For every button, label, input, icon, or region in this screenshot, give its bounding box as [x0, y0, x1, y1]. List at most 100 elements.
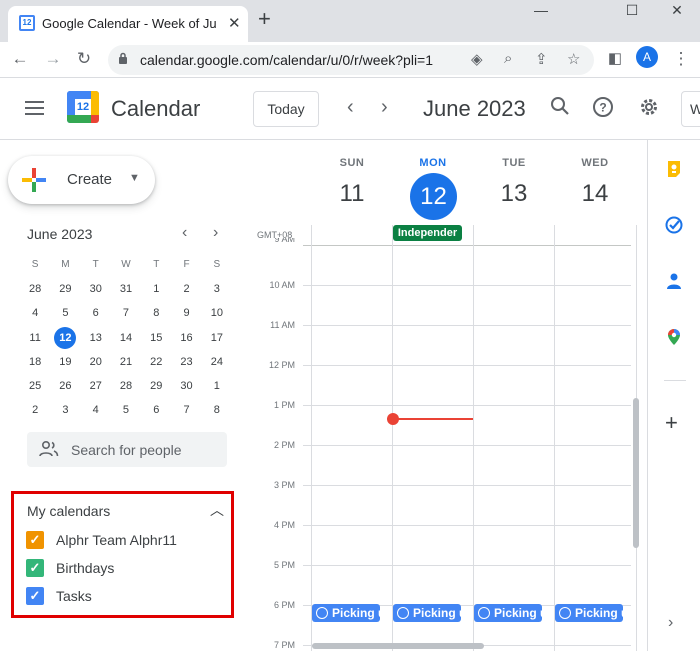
mini-day[interactable]: 17 — [202, 326, 232, 350]
profile-avatar[interactable]: A — [636, 46, 658, 68]
mini-day[interactable]: 30 — [81, 277, 111, 301]
mini-day[interactable]: 27 — [81, 374, 111, 398]
today-button[interactable]: Today — [253, 91, 319, 127]
mini-day[interactable]: 24 — [202, 350, 232, 374]
mini-day[interactable]: 6 — [81, 301, 111, 325]
mini-day[interactable]: 5 — [111, 398, 141, 422]
task-event-chip[interactable]: Picking u — [555, 604, 623, 622]
event-title: Picking u — [575, 606, 623, 620]
mini-day[interactable]: 31 — [111, 277, 141, 301]
task-event-chip[interactable]: Picking u — [393, 604, 461, 622]
gear-icon[interactable] — [638, 96, 660, 124]
mini-day[interactable]: 28 — [111, 374, 141, 398]
my-calendars-section: My calendars ︿ ✓ Alphr Team Alphr11 ✓ Birth… — [11, 491, 234, 618]
calendar-item[interactable]: ✓ Tasks — [26, 586, 226, 606]
add-addon-plus-icon[interactable]: + — [665, 412, 678, 434]
mini-day[interactable]: 16 — [171, 326, 201, 350]
day-number[interactable]: 14 — [555, 180, 635, 208]
calendar-item[interactable]: ✓ Birthdays — [26, 558, 226, 578]
keep-icon[interactable] — [665, 160, 683, 178]
horizontal-scrollbar[interactable] — [312, 643, 484, 649]
view-switcher-button[interactable]: W — [681, 91, 700, 127]
search-people-input[interactable]: Search for people — [27, 432, 227, 467]
day-number[interactable]: 11 — [312, 180, 392, 208]
sidepanel-icon[interactable]: ◧ — [604, 49, 626, 67]
mini-day[interactable]: 26 — [50, 374, 80, 398]
create-button[interactable]: Create ▼ — [8, 156, 155, 204]
mini-day[interactable]: 4 — [81, 398, 111, 422]
star-icon[interactable]: ☆ — [567, 50, 580, 68]
mini-day[interactable]: 21 — [111, 350, 141, 374]
reload-icon[interactable]: ↻ — [73, 49, 95, 69]
mini-day[interactable]: 4 — [20, 301, 50, 325]
mini-day[interactable]: 30 — [171, 374, 201, 398]
new-tab-plus-icon[interactable]: + — [258, 8, 271, 30]
window-close-icon[interactable]: ✕ — [662, 2, 692, 19]
mini-day[interactable]: 7 — [171, 398, 201, 422]
mini-day[interactable]: 2 — [171, 277, 201, 301]
search-icon[interactable]: ⌕ — [504, 50, 512, 67]
mini-day[interactable]: 19 — [50, 350, 80, 374]
calendar-item[interactable]: ✓ Alphr Team Alphr11 — [26, 530, 226, 550]
chevron-right-icon[interactable]: › — [381, 96, 388, 119]
mini-day[interactable]: 6 — [141, 398, 171, 422]
mini-day[interactable]: 14 — [111, 326, 141, 350]
share-icon[interactable]: ⇪ — [535, 50, 548, 68]
maps-pin-icon[interactable] — [665, 328, 683, 346]
mini-day[interactable]: 11 — [20, 326, 50, 350]
address-bar[interactable]: calendar.google.com/calendar/u/0/r/week?… — [108, 45, 594, 75]
mini-day[interactable]: 8 — [202, 398, 232, 422]
all-day-event[interactable]: Independer — [393, 225, 462, 241]
browser-tab[interactable]: 12 Google Calendar - Week of June ✕ — [8, 6, 248, 42]
mini-day[interactable]: 13 — [81, 326, 111, 350]
mini-day[interactable]: 22 — [141, 350, 171, 374]
day-number[interactable]: 12 — [410, 173, 457, 220]
arrow-left-icon[interactable]: ← — [9, 49, 31, 69]
help-icon[interactable]: ? — [592, 96, 614, 124]
chevron-up-icon[interactable]: ︿ — [210, 500, 224, 520]
search-icon[interactable] — [550, 96, 570, 122]
mini-day[interactable]: 23 — [171, 350, 201, 374]
mini-day[interactable]: 15 — [141, 326, 171, 350]
mini-day[interactable]: 7 — [111, 301, 141, 325]
chevron-right-icon[interactable]: › — [213, 224, 218, 242]
calendar-logo-icon[interactable]: 12 — [67, 91, 99, 123]
mini-day[interactable]: 28 — [20, 277, 50, 301]
task-event-chip[interactable]: Picking u — [312, 604, 380, 622]
close-icon[interactable]: ✕ — [228, 14, 241, 32]
my-calendars-title[interactable]: My calendars — [27, 503, 110, 519]
mini-day[interactable]: 2 — [20, 398, 50, 422]
mini-day[interactable]: 1 — [202, 374, 232, 398]
diamond-icon[interactable]: ◈ — [471, 50, 483, 68]
mini-day[interactable]: 9 — [171, 301, 201, 325]
checkbox-checked-icon[interactable]: ✓ — [26, 559, 44, 577]
mini-day[interactable]: 3 — [202, 277, 232, 301]
event-title: Picking u — [413, 606, 461, 620]
mini-day[interactable]: 3 — [50, 398, 80, 422]
mini-day[interactable]: 18 — [20, 350, 50, 374]
mini-day[interactable]: 29 — [141, 374, 171, 398]
task-event-chip[interactable]: Picking u — [474, 604, 542, 622]
chevron-left-icon[interactable]: ‹ — [347, 96, 354, 119]
checkbox-checked-icon[interactable]: ✓ — [26, 531, 44, 549]
mini-day[interactable]: 5 — [50, 301, 80, 325]
hamburger-menu-icon[interactable] — [25, 101, 44, 115]
kebab-menu-icon[interactable]: ⋮ — [670, 49, 692, 69]
mini-day[interactable]: 12 — [50, 326, 80, 350]
minimize-icon[interactable]: — — [526, 2, 556, 18]
mini-day[interactable]: 25 — [20, 374, 50, 398]
mini-day[interactable]: 20 — [81, 350, 111, 374]
mini-day[interactable]: 1 — [141, 277, 171, 301]
mini-day[interactable]: 10 — [202, 301, 232, 325]
chevron-right-icon[interactable]: › — [668, 614, 673, 632]
vertical-scrollbar[interactable] — [633, 398, 639, 548]
tasks-icon[interactable] — [665, 216, 683, 234]
mini-day[interactable]: 8 — [141, 301, 171, 325]
day-number[interactable]: 13 — [474, 180, 554, 208]
checkbox-checked-icon[interactable]: ✓ — [26, 587, 44, 605]
arrow-right-icon[interactable]: → — [42, 49, 64, 69]
chevron-left-icon[interactable]: ‹ — [182, 224, 187, 242]
maximize-icon[interactable]: ☐ — [617, 2, 647, 19]
contacts-icon[interactable] — [665, 272, 683, 290]
mini-day[interactable]: 29 — [50, 277, 80, 301]
